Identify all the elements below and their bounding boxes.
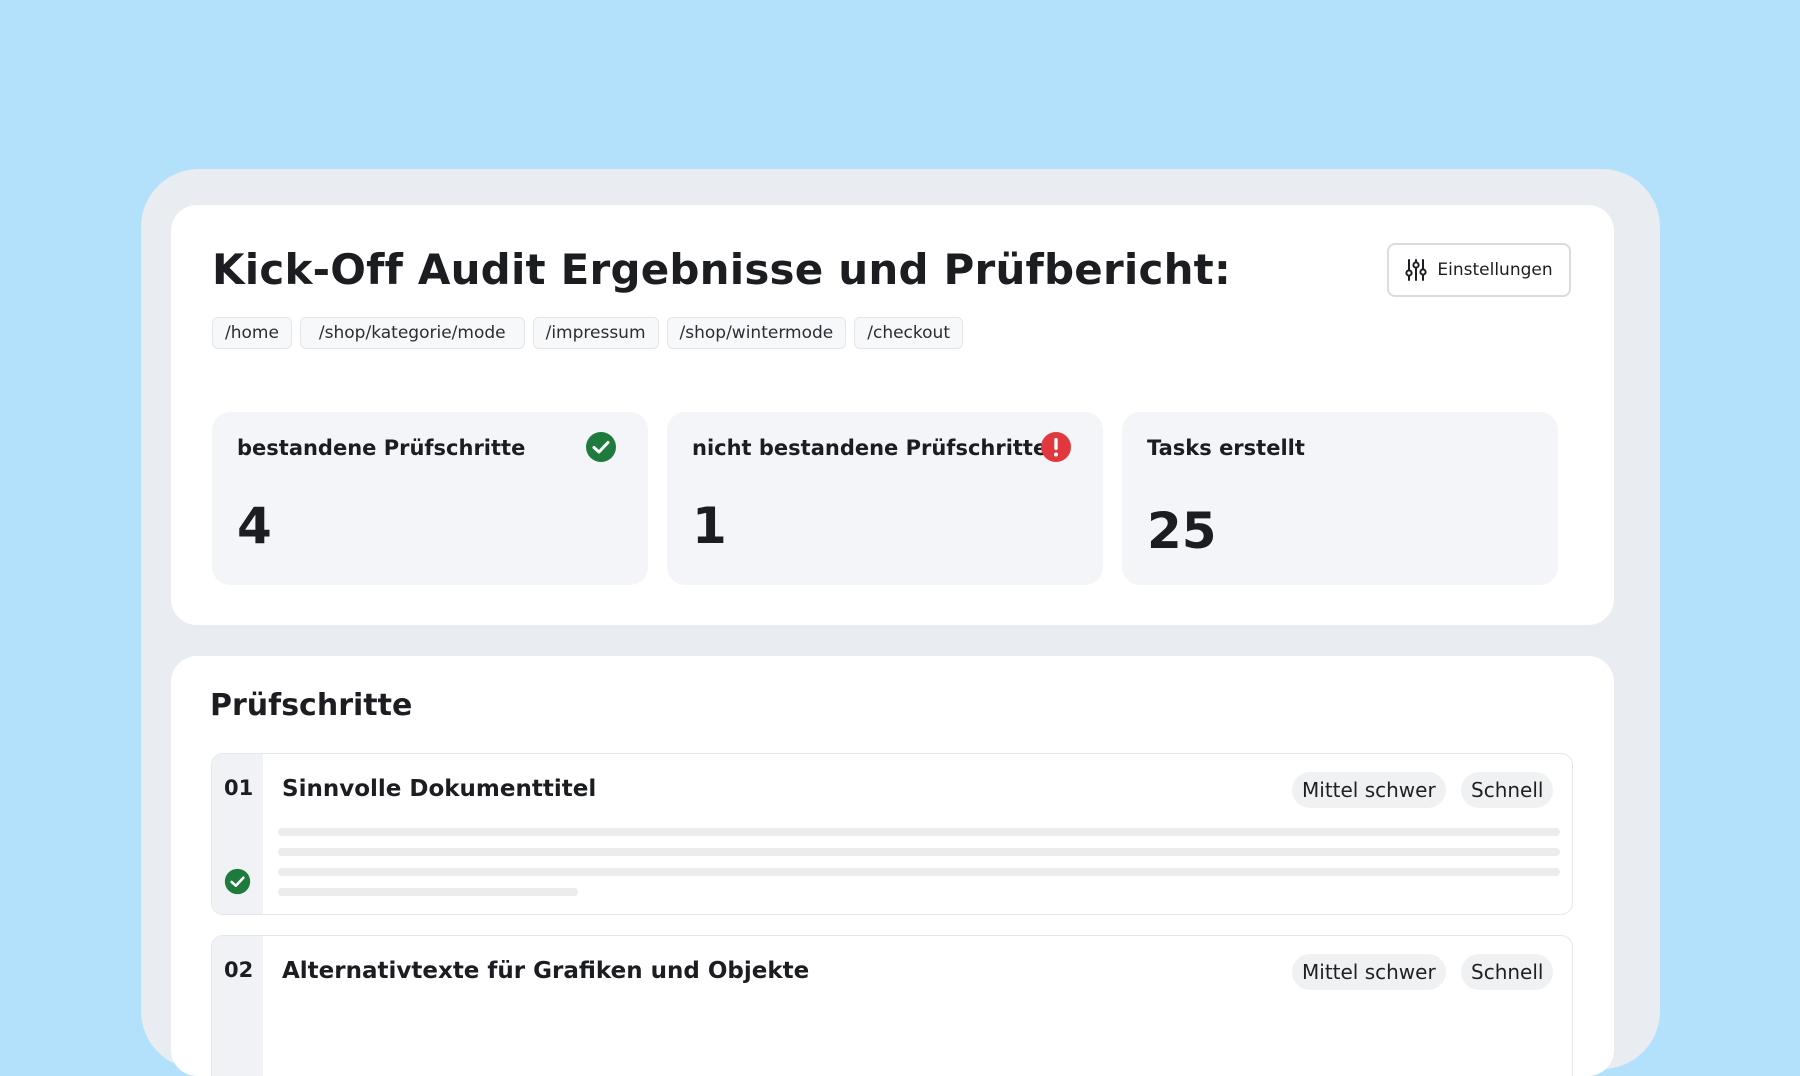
settings-button[interactable]: Einstellungen <box>1387 243 1571 297</box>
alert-circle-icon <box>1041 432 1071 462</box>
audit-summary-card: Kick-Off Audit Ergebnisse und Prüfberich… <box>171 205 1614 625</box>
check-circle-icon <box>224 868 251 895</box>
stat-tasks-card: Tasks erstellt 25 <box>1122 412 1558 585</box>
stat-label: bestandene Prüfschritte <box>237 436 526 460</box>
stat-label: nicht bestandene Prüfschritte <box>692 436 1048 460</box>
stat-value: 4 <box>237 497 272 555</box>
path-tag[interactable]: /shop/kategorie/mode <box>299 317 525 349</box>
speed-badge: Schnell <box>1461 772 1554 808</box>
page-title: Kick-Off Audit Ergebnisse und Prüfberich… <box>212 245 1231 294</box>
settings-label: Einstellungen <box>1437 260 1553 280</box>
placeholder-line <box>278 868 1560 876</box>
check-circle-icon <box>586 432 616 462</box>
placeholder-line <box>278 828 1560 836</box>
path-tag[interactable]: /shop/wintermode <box>666 317 847 349</box>
stat-value: 25 <box>1147 502 1217 560</box>
stat-value: 1 <box>692 497 727 555</box>
step-number-column: 02 <box>212 936 263 1076</box>
audit-step[interactable]: 02 Alternativtexte für Grafiken und Obje… <box>211 935 1573 1076</box>
section-title: Prüfschritte <box>210 688 413 723</box>
page-path-tags: /home /shop/kategorie/mode /impressum /s… <box>212 317 963 349</box>
difficulty-badge: Mittel schwer <box>1292 772 1446 808</box>
step-number: 01 <box>224 776 254 800</box>
sliders-icon <box>1405 259 1427 281</box>
stats-row: bestandene Prüfschritte 4 nicht bestande… <box>212 412 1558 585</box>
placeholder-line <box>278 848 1560 856</box>
difficulty-badge: Mittel schwer <box>1292 954 1446 990</box>
audit-step[interactable]: 01 Sinnvolle Dokumenttitel Mittel schwer… <box>211 753 1573 915</box>
path-tag[interactable]: /home <box>212 317 292 349</box>
step-title: Sinnvolle Dokumenttitel <box>282 776 597 802</box>
step-title: Alternativtexte für Grafiken und Objekte <box>282 958 810 984</box>
stat-failed-card: nicht bestandene Prüfschritte 1 <box>667 412 1103 585</box>
stat-passed-card: bestandene Prüfschritte 4 <box>212 412 648 585</box>
path-tag[interactable]: /checkout <box>854 317 963 349</box>
placeholder-line <box>278 888 578 896</box>
stat-label: Tasks erstellt <box>1147 436 1305 460</box>
step-number: 02 <box>224 958 254 982</box>
step-number-column: 01 <box>212 754 263 914</box>
audit-steps-card: Prüfschritte 01 Sinnvolle Dokumenttitel … <box>171 656 1614 1076</box>
speed-badge: Schnell <box>1461 954 1554 990</box>
path-tag[interactable]: /impressum <box>532 317 659 349</box>
